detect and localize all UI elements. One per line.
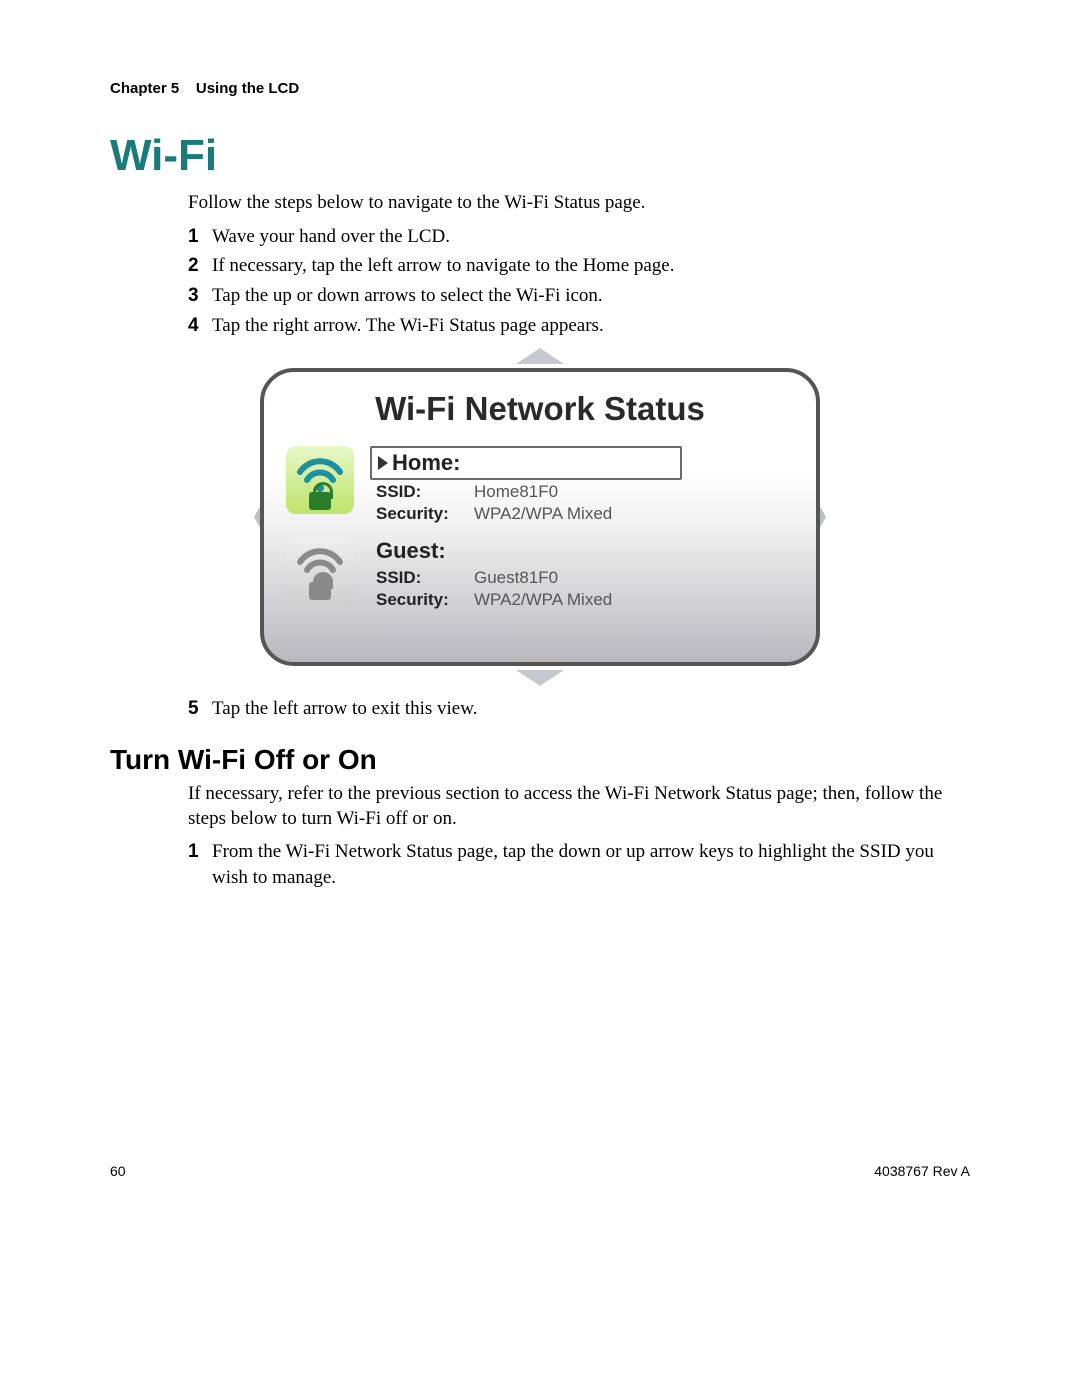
security-row: Security: WPA2/WPA Mixed: [376, 590, 666, 610]
wifi-secure-icon: [286, 446, 354, 514]
network-name-row: Guest:: [370, 536, 666, 566]
lock-icon: [309, 492, 331, 510]
security-label: Security:: [376, 590, 466, 610]
security-row: Security: WPA2/WPA Mixed: [376, 504, 682, 524]
step-text: From the Wi-Fi Network Status page, tap …: [212, 839, 970, 890]
step-number: 4: [188, 313, 212, 339]
step-number: 1: [188, 839, 212, 865]
ssid-row: SSID: Home81F0: [376, 482, 682, 502]
network-name: Home:: [392, 450, 460, 476]
security-value: WPA2/WPA Mixed: [474, 504, 612, 524]
step-text: Tap the up or down arrows to select the …: [212, 283, 603, 309]
steps-list-b: 1From the Wi-Fi Network Status page, tap…: [188, 839, 970, 890]
network-name: Guest:: [376, 538, 446, 564]
step-item: 3Tap the up or down arrows to select the…: [188, 283, 970, 309]
step-item: 5Tap the left arrow to exit this view.: [188, 696, 970, 722]
section-title: Wi-Fi: [110, 131, 970, 181]
section-intro: Follow the steps below to navigate to th…: [188, 191, 970, 216]
step-text: Tap the right arrow. The Wi-Fi Status pa…: [212, 313, 604, 339]
lock-icon: [309, 582, 331, 600]
caret-right-icon: [378, 456, 388, 470]
subsection-title: Turn Wi-Fi Off or On: [110, 744, 970, 776]
page-number: 60: [110, 1163, 126, 1179]
page-footer: 60 4038767 Rev A: [110, 1163, 970, 1179]
wifi-secure-icon: [286, 536, 354, 604]
chapter-header: Chapter 5 Using the LCD: [110, 80, 970, 97]
doc-revision: 4038767 Rev A: [874, 1163, 970, 1179]
network-name-selected: Home:: [370, 446, 682, 480]
arrow-up-icon[interactable]: [516, 348, 564, 364]
network-row-home[interactable]: Home: SSID: Home81F0 Security: WPA2/WPA Mi…: [286, 446, 794, 524]
lcd-panel-title: Wi-Fi Network Status: [286, 390, 794, 428]
chapter-label: Chapter 5: [110, 80, 179, 97]
security-value: WPA2/WPA Mixed: [474, 590, 612, 610]
ssid-label: SSID:: [376, 482, 466, 502]
step-item: 4Tap the right arrow. The Wi-Fi Status p…: [188, 313, 970, 339]
ssid-label: SSID:: [376, 568, 466, 588]
step-item: 1From the Wi-Fi Network Status page, tap…: [188, 839, 970, 890]
steps-list-a-cont: 5Tap the left arrow to exit this view.: [188, 696, 970, 722]
step-number: 3: [188, 283, 212, 309]
ssid-row: SSID: Guest81F0: [376, 568, 666, 588]
step-text: Tap the left arrow to exit this view.: [212, 696, 477, 722]
chapter-title: Using the LCD: [196, 80, 299, 97]
arrow-down-icon[interactable]: [516, 670, 564, 686]
step-number: 2: [188, 253, 212, 279]
step-number: 5: [188, 696, 212, 722]
lcd-figure: Wi-Fi Network Status Home: SSID: Home81F0…: [260, 348, 820, 686]
network-details: Guest: SSID: Guest81F0 Security: WPA2/WPA …: [370, 536, 666, 610]
step-number: 1: [188, 224, 212, 250]
step-text: Wave your hand over the LCD.: [212, 224, 450, 250]
network-row-guest[interactable]: Guest: SSID: Guest81F0 Security: WPA2/WPA …: [286, 536, 794, 610]
page: Chapter 5 Using the LCD Wi-Fi Follow the…: [0, 0, 1080, 1397]
lcd-panel: Wi-Fi Network Status Home: SSID: Home81F0…: [260, 368, 820, 666]
subsection-intro: If necessary, refer to the previous sect…: [188, 782, 970, 831]
network-details: Home: SSID: Home81F0 Security: WPA2/WPA Mi…: [370, 446, 682, 524]
step-item: 2If necessary, tap the left arrow to nav…: [188, 253, 970, 279]
security-label: Security:: [376, 504, 466, 524]
step-item: 1Wave your hand over the LCD.: [188, 224, 970, 250]
ssid-value: Home81F0: [474, 482, 558, 502]
steps-list-a: 1Wave your hand over the LCD. 2If necess…: [188, 224, 970, 339]
step-text: If necessary, tap the left arrow to navi…: [212, 253, 675, 279]
ssid-value: Guest81F0: [474, 568, 558, 588]
